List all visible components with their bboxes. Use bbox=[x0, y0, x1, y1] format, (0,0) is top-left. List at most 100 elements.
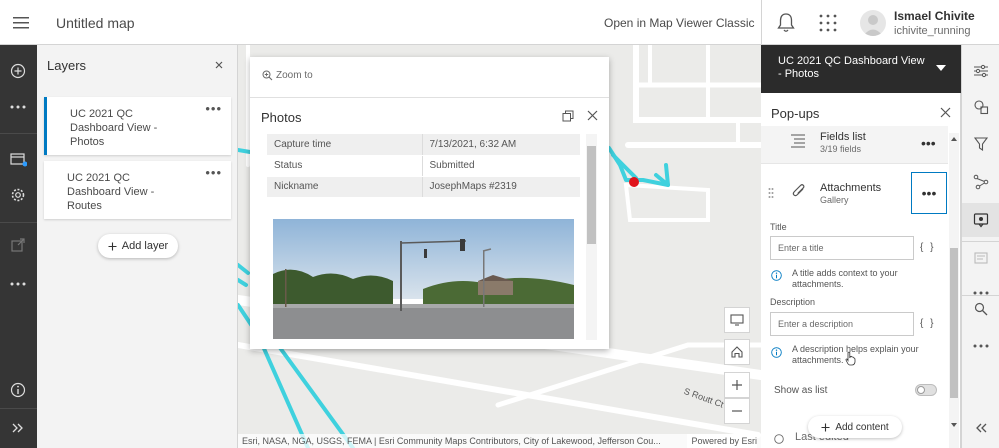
info-icon bbox=[771, 270, 782, 281]
user-id: ichivite_running bbox=[894, 25, 971, 37]
panel-scrollbar-thumb[interactable] bbox=[950, 248, 958, 398]
popups-icon[interactable] bbox=[971, 210, 991, 230]
zoom-in-button[interactable] bbox=[724, 372, 750, 398]
basemap-toggle-button[interactable] bbox=[724, 307, 750, 333]
plus-icon bbox=[821, 423, 830, 431]
search-icon[interactable] bbox=[971, 299, 991, 319]
minus-icon bbox=[732, 410, 742, 412]
effects-icon[interactable] bbox=[971, 172, 991, 192]
title-field-label: Title bbox=[770, 222, 787, 232]
collapse-chevrons-icon[interactable] bbox=[971, 418, 991, 438]
popup-scrollbar-thumb[interactable] bbox=[587, 146, 596, 244]
feature-popup: Zoom to Photos Capture time 7/13/2021, 6… bbox=[250, 57, 609, 349]
attachments-options-button[interactable]: ••• bbox=[911, 172, 947, 214]
field-name: Capture time bbox=[267, 134, 423, 156]
map-attribution[interactable]: Esri, NASA, NGA, USGS, FEMA | Esri Commu… bbox=[238, 434, 761, 448]
close-icon[interactable] bbox=[587, 110, 598, 121]
plus-icon bbox=[108, 242, 117, 250]
attachments-label: Attachments bbox=[820, 182, 882, 194]
zoom-to-button[interactable]: Zoom to bbox=[262, 70, 313, 81]
divider bbox=[962, 295, 999, 296]
layers-panel: Layers UC 2021 QC Dashboard View - Photo… bbox=[37, 45, 238, 448]
layer-item-routes[interactable]: UC 2021 QC Dashboard View - Routes ••• bbox=[44, 161, 231, 219]
clock-icon bbox=[774, 434, 784, 444]
fields-options-icon[interactable]: ••• bbox=[921, 135, 936, 151]
divider bbox=[0, 222, 37, 223]
description-input[interactable]: Enter a description bbox=[770, 312, 914, 336]
scroll-down-icon[interactable] bbox=[951, 423, 957, 427]
table-row: Capture time 7/13/2021, 6:32 AM bbox=[267, 134, 580, 156]
layer-options-icon[interactable]: ••• bbox=[205, 101, 222, 116]
paperclip-icon bbox=[792, 184, 805, 197]
layers-folder-icon[interactable] bbox=[8, 149, 28, 169]
more-icon[interactable] bbox=[8, 274, 28, 294]
title-expression-button[interactable]: { } bbox=[920, 242, 935, 253]
notifications-bell-icon[interactable] bbox=[776, 12, 796, 34]
description-expression-button[interactable]: { } bbox=[920, 318, 935, 329]
dock-icon[interactable] bbox=[562, 110, 574, 122]
more-icon[interactable] bbox=[971, 336, 991, 356]
toggle-knob bbox=[917, 386, 925, 394]
user-name[interactable]: Ismael Chivite bbox=[894, 9, 975, 23]
layer-item-label: UC 2021 QC Dashboard View - Photos bbox=[70, 108, 158, 148]
styles-icon[interactable] bbox=[971, 97, 991, 117]
attachments-display-type: Gallery bbox=[820, 195, 849, 205]
fields-list-item[interactable]: Fields list 3/19 fields ••• bbox=[761, 126, 948, 164]
description-field-label: Description bbox=[770, 297, 816, 307]
layer-select-dropdown[interactable]: UC 2021 QC Dashboard View - Photos bbox=[778, 55, 928, 81]
properties-sliders-icon[interactable] bbox=[971, 61, 991, 81]
table-row: Status Submitted bbox=[267, 155, 580, 177]
description-help-text: A description helps explain your attachm… bbox=[792, 344, 919, 365]
settings-icon[interactable] bbox=[8, 185, 28, 205]
info-icon bbox=[771, 347, 782, 358]
map-title[interactable]: Untitled map bbox=[56, 15, 135, 31]
share-icon[interactable] bbox=[8, 235, 28, 255]
monitor-icon bbox=[730, 314, 744, 326]
app-launcher-icon[interactable] bbox=[818, 13, 838, 33]
show-as-list-label: Show as list bbox=[774, 385, 828, 396]
close-icon[interactable] bbox=[213, 59, 225, 71]
open-classic-link[interactable]: Open in Map Viewer Classic bbox=[604, 16, 755, 30]
attribute-table: Capture time 7/13/2021, 6:32 AM Status S… bbox=[267, 134, 580, 198]
list-icon bbox=[791, 134, 805, 148]
layer-options-icon[interactable]: ••• bbox=[205, 165, 222, 180]
scroll-up-icon[interactable] bbox=[951, 137, 957, 141]
header-divider bbox=[761, 0, 762, 45]
filter-icon[interactable] bbox=[971, 134, 991, 154]
popups-panel-title: Pop-ups bbox=[771, 106, 820, 121]
hand-cursor-icon bbox=[845, 351, 856, 366]
drag-handle-icon[interactable] bbox=[768, 187, 774, 199]
left-action-bar bbox=[0, 45, 37, 448]
plus-icon bbox=[732, 380, 742, 390]
menu-icon[interactable] bbox=[10, 12, 32, 34]
add-layer-button[interactable]: Add layer bbox=[98, 234, 178, 258]
attribution-text: Esri, NASA, NGA, USGS, FEMA | Esri Commu… bbox=[242, 436, 661, 446]
divider bbox=[0, 133, 37, 134]
home-button[interactable] bbox=[724, 339, 750, 365]
close-icon[interactable] bbox=[940, 107, 951, 118]
popups-config-panel: Pop-ups Fields list 3/19 fields ••• Atta… bbox=[761, 93, 961, 448]
zoom-out-button[interactable] bbox=[724, 398, 750, 424]
title-help-text: A title adds context to your attachments… bbox=[792, 268, 898, 289]
zoom-to-label: Zoom to bbox=[276, 70, 313, 81]
info-icon[interactable] bbox=[8, 380, 28, 400]
home-icon bbox=[731, 346, 743, 358]
app-header: Untitled map Open in Map Viewer Classic … bbox=[0, 0, 999, 45]
avatar[interactable] bbox=[860, 10, 886, 36]
caret-down-icon[interactable] bbox=[936, 65, 946, 72]
layer-selector-header: UC 2021 QC Dashboard View - Photos bbox=[761, 45, 961, 93]
show-as-list-toggle[interactable] bbox=[915, 384, 937, 396]
powered-by-esri[interactable]: Powered by Esri bbox=[687, 434, 757, 448]
add-icon[interactable] bbox=[8, 61, 28, 81]
layer-item-photos[interactable]: UC 2021 QC Dashboard View - Photos ••• bbox=[44, 97, 231, 155]
forms-icon[interactable] bbox=[971, 248, 991, 268]
attachment-photo[interactable] bbox=[273, 219, 574, 339]
attachments-item[interactable]: Attachments Gallery ••• bbox=[761, 168, 948, 218]
add-content-button[interactable]: Add content bbox=[808, 416, 902, 438]
title-input[interactable]: Enter a title bbox=[770, 236, 914, 260]
more-icon[interactable] bbox=[8, 97, 28, 117]
expand-chevrons-icon[interactable] bbox=[8, 418, 28, 438]
table-row: Nickname JosephMaps #2319 bbox=[267, 176, 580, 198]
divider bbox=[0, 408, 37, 409]
divider bbox=[962, 241, 999, 242]
